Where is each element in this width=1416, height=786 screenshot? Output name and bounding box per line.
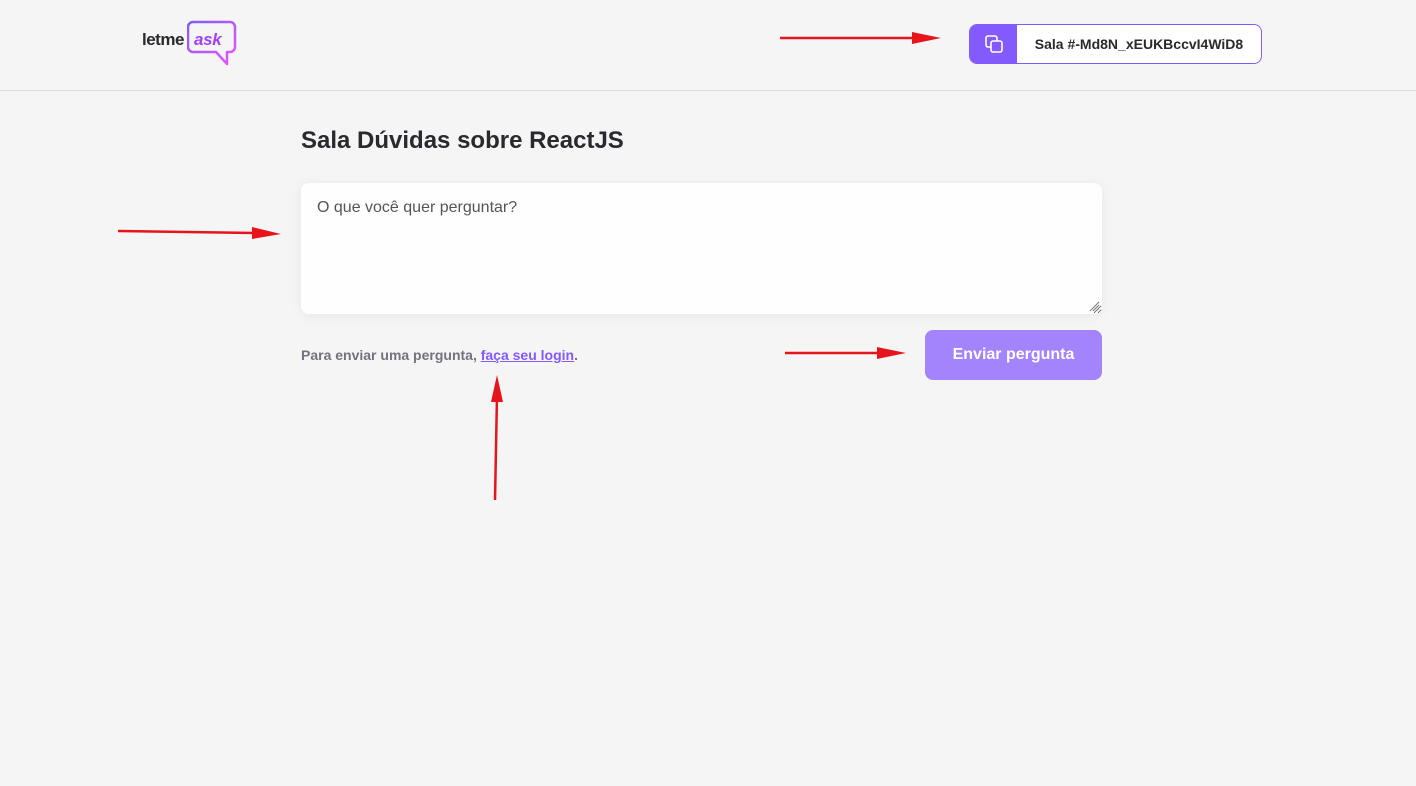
header: letme ask Sala #-Md8N_xEUKBccvI4WiD8 xyxy=(0,0,1416,91)
room-code-button[interactable]: Sala #-Md8N_xEUKBccvI4WiD8 xyxy=(969,24,1262,64)
logo-text-ask: ask xyxy=(194,30,222,49)
login-hint-prefix: Para enviar uma pergunta, xyxy=(301,347,481,363)
room-title: Sala Dúvidas sobre ReactJS xyxy=(301,127,624,154)
send-question-button[interactable]: Enviar pergunta xyxy=(925,330,1102,380)
annotation-arrow-login-link xyxy=(491,375,503,501)
login-hint-suffix: . xyxy=(574,347,578,363)
page: letme ask Sala #-Md8N_xEUKBccvI4WiD8 Sal… xyxy=(0,0,1416,786)
login-hint: Para enviar uma pergunta, faça seu login… xyxy=(301,347,578,363)
annotation-arrow-send-button xyxy=(785,347,906,359)
login-link[interactable]: faça seu login xyxy=(481,347,574,363)
logo-text-letme: letme xyxy=(142,30,184,49)
annotation-arrow-question-input xyxy=(117,227,281,239)
letmeask-logo: letme ask xyxy=(141,20,237,66)
resize-handle-icon[interactable] xyxy=(1089,301,1100,312)
copy-icon-container xyxy=(970,25,1017,63)
question-input[interactable] xyxy=(301,183,1102,314)
copy-icon xyxy=(984,35,1003,53)
room-code-label: Sala #-Md8N_xEUKBccvI4WiD8 xyxy=(1034,36,1244,52)
annotation-arrow-room-code xyxy=(780,32,941,44)
